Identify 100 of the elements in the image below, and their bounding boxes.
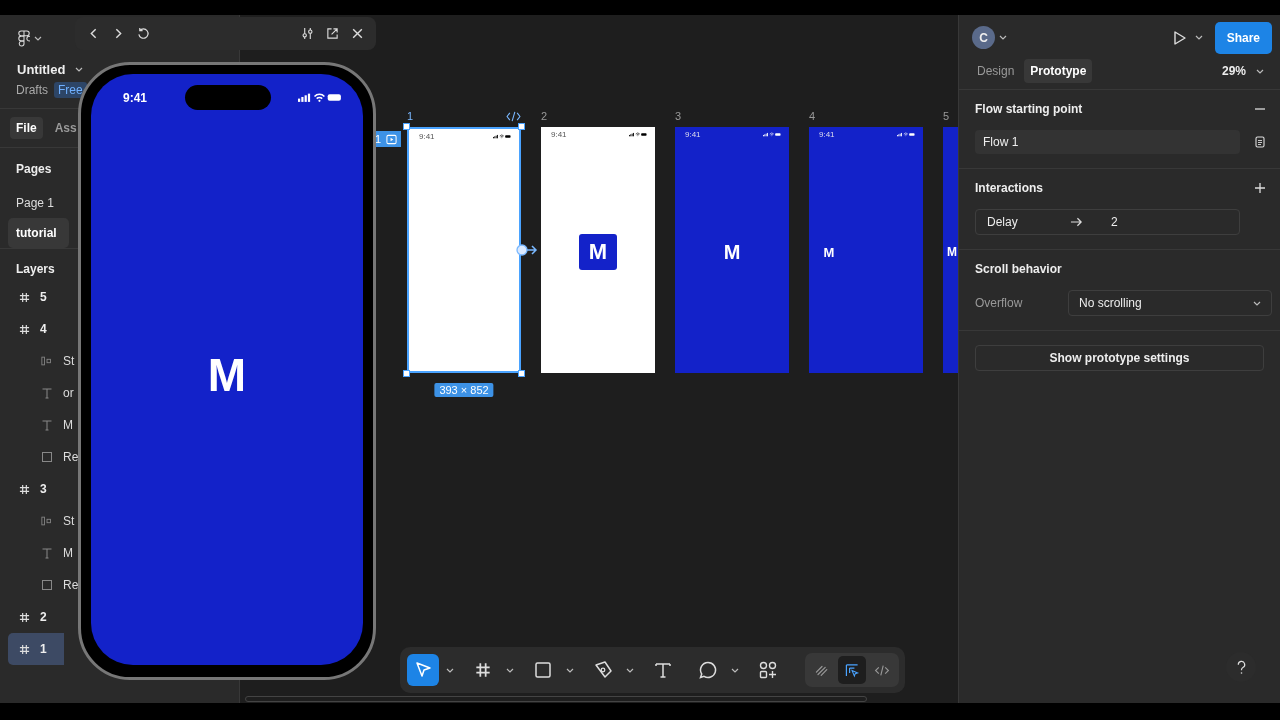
- caret-icon[interactable]: [626, 667, 634, 673]
- connector-handle[interactable]: [516, 243, 538, 257]
- shapes-plus-icon: [758, 660, 778, 680]
- status-icons: [629, 132, 647, 137]
- resize-handle[interactable]: [403, 370, 410, 377]
- layer-item[interactable]: 4: [8, 313, 47, 345]
- caret-icon: [34, 35, 42, 41]
- frame-label[interactable]: 3: [675, 110, 682, 122]
- logo-text: M: [723, 240, 741, 264]
- panel-tab[interactable]: Prototype: [1024, 59, 1093, 83]
- section-heading: Pages: [15, 161, 53, 178]
- frame-label[interactable]: 4: [809, 110, 816, 122]
- play-icon: [386, 133, 398, 145]
- caret-icon[interactable]: [566, 667, 574, 673]
- caret-icon: [1253, 300, 1261, 306]
- sliders-icon[interactable]: [301, 27, 314, 40]
- app-logo-icon[interactable]: [18, 29, 30, 47]
- file-title[interactable]: Untitled: [17, 62, 66, 77]
- layer-item[interactable]: 5: [8, 281, 47, 313]
- open-external-icon[interactable]: [326, 27, 339, 40]
- layer-name: 5: [40, 290, 47, 304]
- frame-thumbnail[interactable]: 9:41 M: [541, 127, 655, 373]
- layer-item[interactable]: 1: [8, 633, 64, 665]
- layer-item[interactable]: Re: [8, 441, 79, 473]
- status-time: 9:41: [551, 130, 567, 139]
- layer-name: M: [63, 418, 73, 432]
- avatar[interactable]: C: [972, 26, 995, 49]
- flow-name-field[interactable]: Flow 1: [975, 130, 1240, 154]
- layer-name: 1: [40, 642, 47, 656]
- caret-icon: [999, 35, 1007, 40]
- frame-icon: [19, 291, 30, 303]
- caret-icon: [75, 67, 84, 72]
- logo-text: M: [823, 244, 835, 260]
- overflow-select[interactable]: No scrolling: [1068, 290, 1272, 316]
- scrollbar[interactable]: [245, 696, 867, 702]
- layer-item[interactable]: 2: [8, 601, 47, 633]
- frame-thumbnail[interactable]: 9:41: [407, 127, 521, 373]
- caret-icon: [1194, 35, 1203, 40]
- frame-thumbnail[interactable]: 9:41 M: [809, 127, 923, 373]
- plus-icon[interactable]: [1254, 182, 1266, 194]
- layer-name: Re: [63, 450, 79, 464]
- cursor-icon: [413, 660, 433, 680]
- plan-badge: Free: [54, 82, 87, 98]
- layer-name: 4: [40, 322, 47, 336]
- layer-name: St: [63, 354, 75, 368]
- sidebar-tab[interactable]: Ass: [48, 117, 77, 139]
- layer-name: 3: [40, 482, 47, 496]
- frame-label[interactable]: 1: [407, 110, 414, 122]
- restart-icon[interactable]: [137, 27, 150, 40]
- arrow-icon: [1070, 217, 1083, 227]
- section-heading: Flow starting point: [975, 102, 1083, 116]
- page-item[interactable]: Page 1: [8, 188, 64, 218]
- layer-item[interactable]: Re: [8, 569, 79, 601]
- frame-icon: [475, 662, 491, 678]
- layer-item[interactable]: M: [8, 409, 73, 441]
- code-icon[interactable]: [506, 110, 521, 122]
- close-icon[interactable]: [351, 27, 364, 40]
- frame-label[interactable]: 2: [541, 110, 548, 122]
- layer-item[interactable]: St: [8, 345, 75, 377]
- overflow-label: Overflow: [975, 296, 1023, 310]
- frame-label[interactable]: 5: [943, 110, 950, 122]
- layer-item[interactable]: St: [8, 505, 75, 537]
- caret-icon[interactable]: [731, 667, 739, 673]
- panel-tab[interactable]: Design: [971, 59, 1021, 83]
- resize-handle[interactable]: [518, 123, 525, 130]
- caret-icon[interactable]: [506, 667, 514, 673]
- logo-tile: M: [579, 234, 617, 270]
- frame-icon: [19, 611, 30, 623]
- document-icon[interactable]: [1254, 136, 1266, 148]
- stack-icon: [41, 515, 53, 527]
- resize-handle[interactable]: [403, 123, 410, 130]
- zoom-level[interactable]: 29%: [1221, 64, 1246, 78]
- section-heading: Scroll behavior: [975, 262, 1062, 276]
- frame-thumbnail[interactable]: 9:41 M: [675, 127, 789, 373]
- location-label[interactable]: Drafts: [16, 83, 48, 97]
- status-time: 9:41: [123, 90, 148, 105]
- share-button[interactable]: Share: [1214, 21, 1272, 54]
- rectangle-icon: [41, 579, 53, 591]
- caret-icon[interactable]: [446, 667, 454, 673]
- mode-button[interactable]: [838, 656, 866, 684]
- caret-icon: [1256, 68, 1264, 74]
- layer-item[interactable]: M: [8, 537, 73, 569]
- resize-handle[interactable]: [518, 370, 525, 377]
- sidebar-tab[interactable]: File: [10, 117, 43, 139]
- page-item[interactable]: tutorial: [8, 218, 69, 248]
- frame-icon: [19, 323, 30, 335]
- interaction-row[interactable]: Delay 2: [975, 209, 1240, 235]
- tool-button[interactable]: [407, 654, 439, 686]
- settings-button[interactable]: Show prototype settings: [975, 345, 1264, 371]
- status-icons: [493, 134, 511, 139]
- text-tool-icon: [653, 660, 673, 680]
- layer-item[interactable]: 3: [8, 473, 47, 505]
- status-time: 9:41: [685, 130, 701, 139]
- layer-name: 2: [40, 610, 47, 624]
- comment-icon: [698, 660, 718, 680]
- logo-text: M: [207, 348, 247, 402]
- section-heading: Layers: [15, 261, 56, 278]
- layer-item[interactable]: or: [8, 377, 74, 409]
- frame-thumbnail[interactable]: M: [943, 127, 958, 373]
- text-layer-icon: [41, 547, 53, 559]
